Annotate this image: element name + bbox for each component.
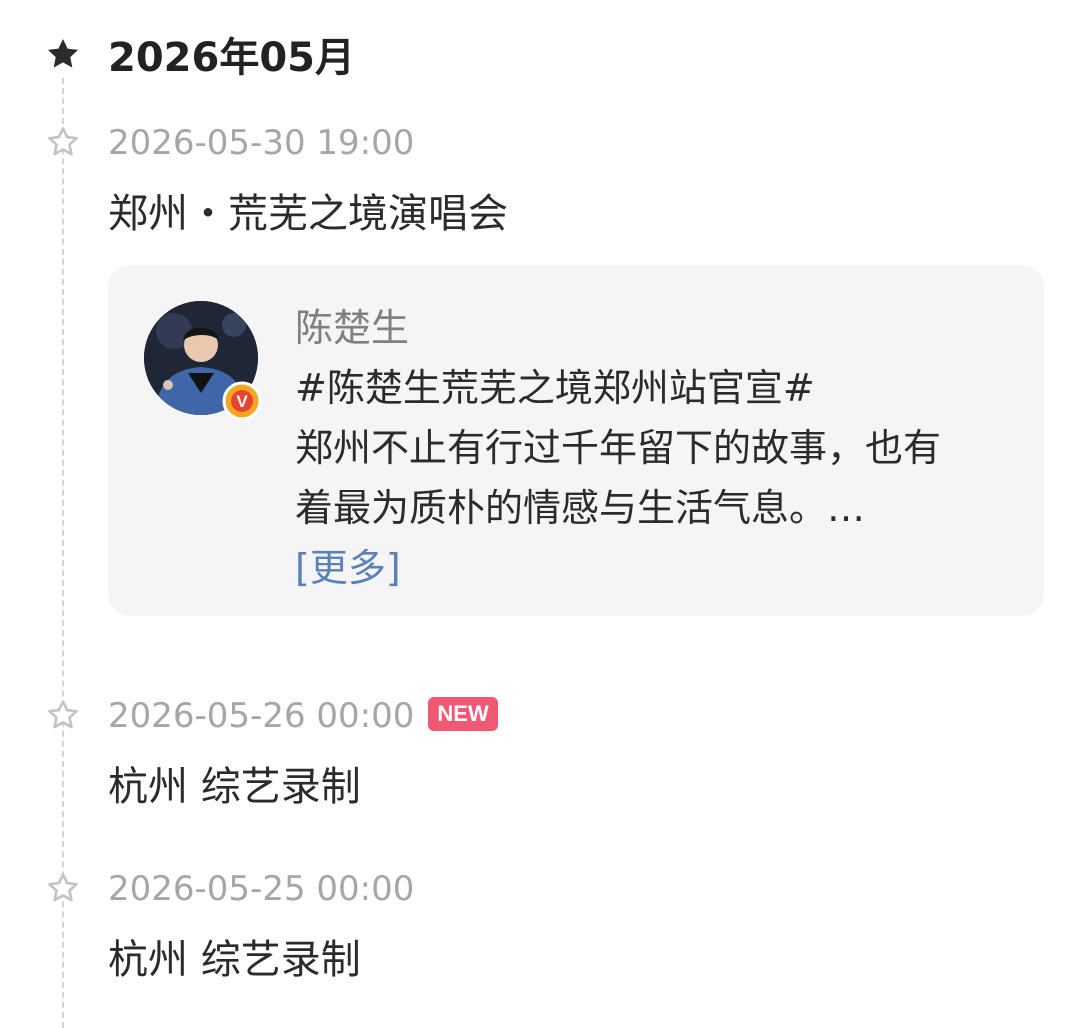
event-title[interactable]: 杭州 综艺录制 [108,930,361,990]
verified-badge-icon: V [222,381,262,421]
event-datetime: 2026-05-30 19:00 [108,123,415,163]
star-outline-icon [44,869,82,907]
star-outline-icon [44,696,82,734]
event-title[interactable]: 杭州 综艺录制 [108,757,361,817]
month-title: 2026年05月 [108,35,355,81]
verified-badge-letter: V [236,392,248,411]
new-badge: NEW [428,697,498,731]
star-filled-icon [44,35,82,73]
post-body-line-1: 郑州不止有行过千年留下的故事，也有 [295,426,942,470]
more-link[interactable]: [更多] [295,538,1015,598]
post-hashtag[interactable]: #陈楚生荒芜之境郑州站官宣# [295,358,1015,418]
event-datetime: 2026-05-25 00:00 [108,869,415,909]
star-outline-icon [44,123,82,161]
event-datetime: 2026-05-26 00:00 NEW [108,691,498,741]
event-title[interactable]: 郑州・荒芜之境演唱会 [108,184,508,244]
event-datetime-text: 2026-05-26 00:00 [108,696,415,736]
post-content: 陈楚生 #陈楚生荒芜之境郑州站官宣# 郑州不止有行过千年留下的故事，也有 着最为… [295,298,1015,598]
post-author[interactable]: 陈楚生 [295,298,1015,358]
schedule-timeline: 2026年05月 2026-05-30 19:00 郑州・荒芜之境演唱会 V 陈… [0,0,1080,1028]
post-body-line-2: 着最为质朴的情感与生活气息。… [295,486,866,530]
